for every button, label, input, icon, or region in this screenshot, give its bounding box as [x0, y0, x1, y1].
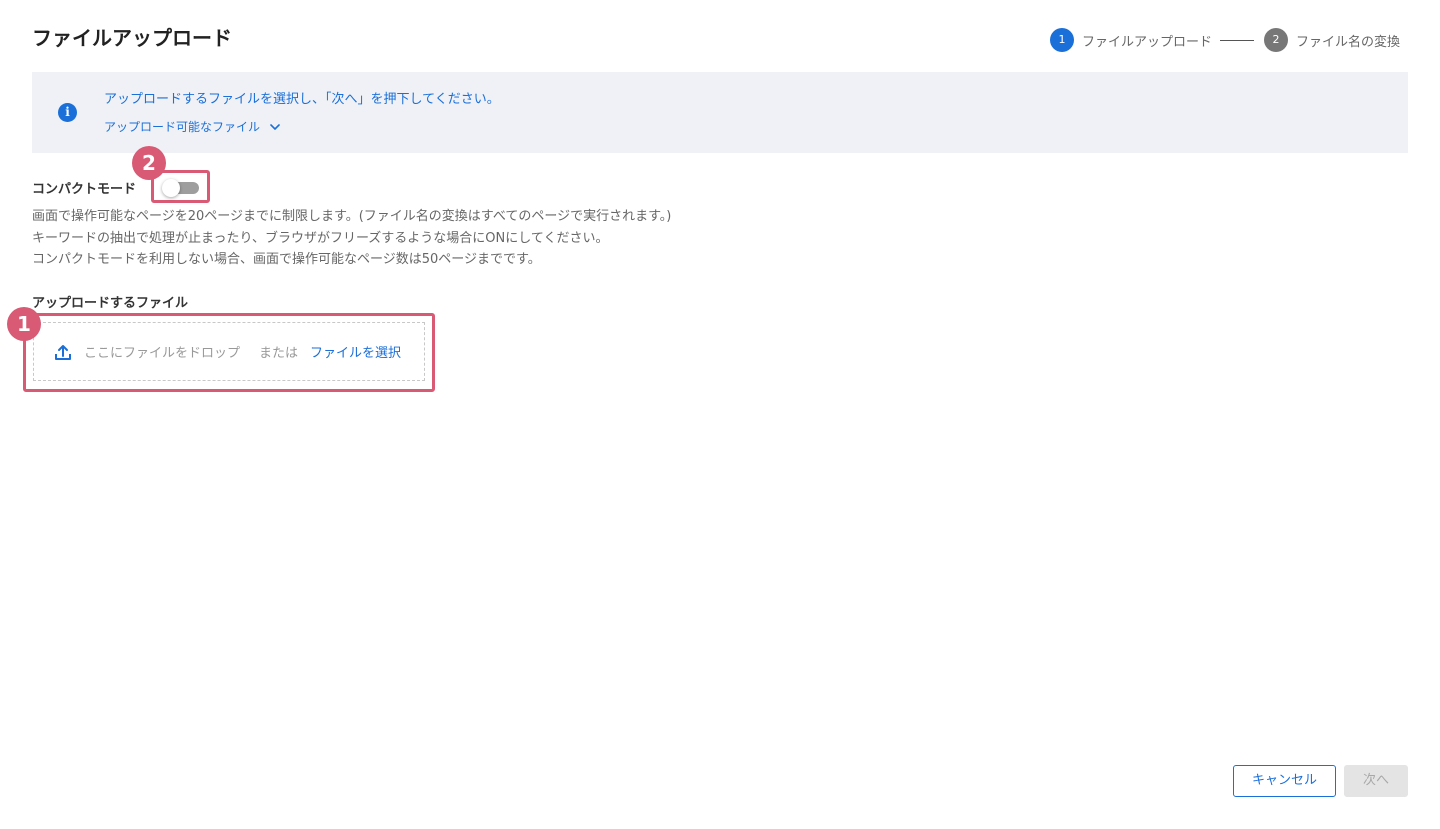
step-file-upload: 1 ファイルアップロード [1049, 28, 1212, 52]
info-message: アップロードするファイルを選択し、「次へ」を押下してください。 [104, 92, 500, 107]
compact-mode-toggle[interactable] [162, 179, 199, 197]
select-file-link[interactable]: ファイルを選択 [310, 342, 401, 361]
stepper: 1 ファイルアップロード 2 ファイル名の変換 [1049, 28, 1400, 52]
annotation-badge-1: 1 [7, 307, 41, 341]
chevron-down-icon [270, 123, 280, 130]
drop-text: ここにファイルをドロップ [84, 346, 241, 361]
page: ファイルアップロード 1 ファイルアップロード 2 ファイル名の変換 i アップ… [0, 0, 1440, 829]
or-text: または [259, 346, 299, 361]
compact-mode-label: コンパクトモード [32, 182, 137, 197]
upload-section-title: アップロードするファイル [32, 296, 189, 311]
cancel-button[interactable]: キャンセル [1233, 765, 1336, 797]
step-connector [1219, 39, 1254, 41]
step-label: ファイルアップロード [1081, 34, 1212, 50]
toggle-thumb [162, 179, 180, 197]
uploadable-files-toggle[interactable]: アップロード可能なファイル [104, 118, 280, 135]
description-line: コンパクトモードを利用しない場合、画面で操作可能なページ数は50ページまでです。 [32, 252, 541, 267]
compact-mode-description: 画面で操作可能なページを20ページまでに制限します。(ファイル名の変換はすべての… [32, 206, 671, 271]
description-line: キーワードの抽出で処理が止まったり、ブラウザがフリーズするような場合にONにして… [32, 230, 609, 246]
info-icon: i [58, 103, 77, 122]
step-number: 1 [1049, 28, 1074, 52]
next-button[interactable]: 次へ [1344, 765, 1408, 797]
file-dropzone[interactable]: ここにファイルをドロップ または ファイルを選択 [33, 322, 425, 381]
upload-icon [55, 345, 71, 360]
page-title: ファイルアップロード [32, 26, 232, 50]
annotation-badge-2: 2 [132, 146, 166, 180]
uploadable-files-label: アップロード可能なファイル [104, 120, 261, 134]
step-number: 2 [1263, 28, 1288, 52]
step-label: ファイル名の変換 [1295, 34, 1400, 50]
info-banner: i アップロードするファイルを選択し、「次へ」を押下してください。 アップロード… [32, 72, 1408, 153]
description-line: 画面で操作可能なページを20ページまでに制限します。(ファイル名の変換はすべての… [32, 209, 672, 224]
step-file-name-conversion: 2 ファイル名の変換 [1263, 28, 1400, 52]
